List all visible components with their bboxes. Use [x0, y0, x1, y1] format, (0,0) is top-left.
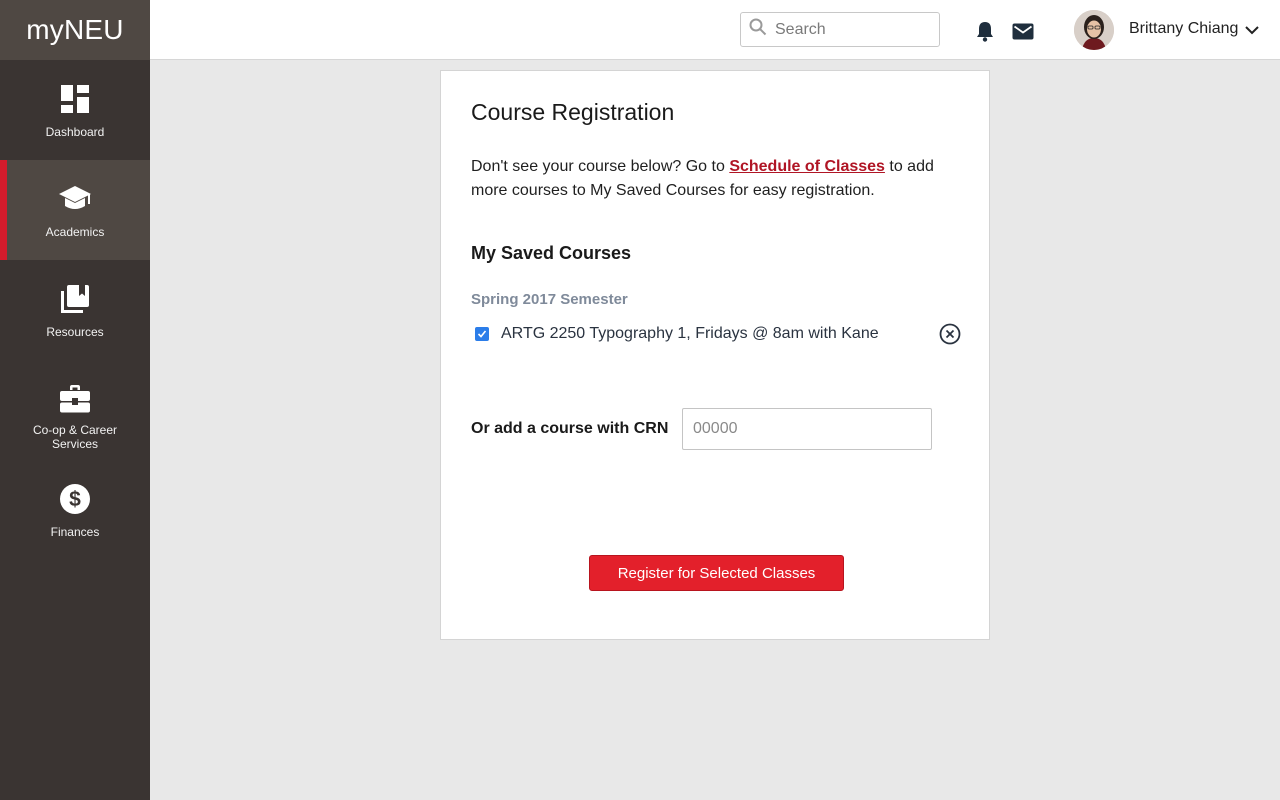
- dashboard-icon: [58, 82, 92, 116]
- sidebar-item-label: Academics: [45, 225, 105, 239]
- schedule-of-classes-link[interactable]: Schedule of Classes: [729, 158, 885, 175]
- avatar[interactable]: [1074, 10, 1114, 50]
- dollar-icon: $: [58, 482, 92, 516]
- sidebar-item-finances[interactable]: $ Finances: [0, 460, 150, 560]
- search-input[interactable]: [775, 20, 935, 39]
- sidebar-item-label: Dashboard: [45, 125, 105, 139]
- bell-icon[interactable]: [974, 20, 996, 42]
- search-icon: [749, 18, 767, 41]
- semester-label: Spring 2017 Semester: [471, 291, 628, 308]
- graduation-cap-icon: [58, 182, 92, 216]
- crn-label: Or add a course with CRN: [471, 420, 669, 437]
- crn-input[interactable]: [682, 408, 932, 450]
- course-label: ARTG 2250 Typography 1, Fridays @ 8am wi…: [501, 325, 879, 342]
- mail-icon[interactable]: [1012, 20, 1034, 42]
- user-name[interactable]: Brittany Chiang: [1129, 20, 1238, 38]
- sidebar-item-academics[interactable]: Academics: [0, 160, 150, 260]
- course-checkbox[interactable]: [475, 327, 489, 341]
- sidebar: myNEU Dashboard Academics Resources Co-o…: [0, 0, 150, 800]
- intro-text: Don't see your course below? Go to Sched…: [471, 155, 971, 203]
- sidebar-item-label: Co-op & Career Services: [32, 423, 118, 451]
- sidebar-item-dashboard[interactable]: Dashboard: [0, 60, 150, 160]
- sidebar-item-label: Resources: [46, 325, 104, 339]
- page-title: Course Registration: [471, 99, 675, 125]
- brand-logo[interactable]: myNEU: [0, 0, 150, 60]
- svg-text:$: $: [69, 488, 81, 511]
- chevron-down-icon[interactable]: [1244, 22, 1260, 38]
- register-button[interactable]: Register for Selected Classes: [589, 555, 844, 591]
- list-item: ARTG 2250 Typography 1, Fridays @ 8am wi…: [471, 323, 961, 345]
- top-bar: Brittany Chiang: [150, 0, 1280, 60]
- sidebar-item-resources[interactable]: Resources: [0, 260, 150, 360]
- briefcase-icon: [58, 382, 92, 416]
- books-icon: [58, 282, 92, 316]
- course-registration-card: Course Registration Don't see your cours…: [440, 70, 990, 640]
- intro-text-before: Don't see your course below? Go to: [471, 158, 730, 175]
- sidebar-item-label: Finances: [50, 525, 100, 539]
- remove-course-icon[interactable]: [939, 323, 961, 345]
- sidebar-item-coop-career[interactable]: Co-op & Career Services: [0, 360, 150, 460]
- saved-courses-heading: My Saved Courses: [471, 243, 632, 263]
- search-box[interactable]: [740, 12, 940, 47]
